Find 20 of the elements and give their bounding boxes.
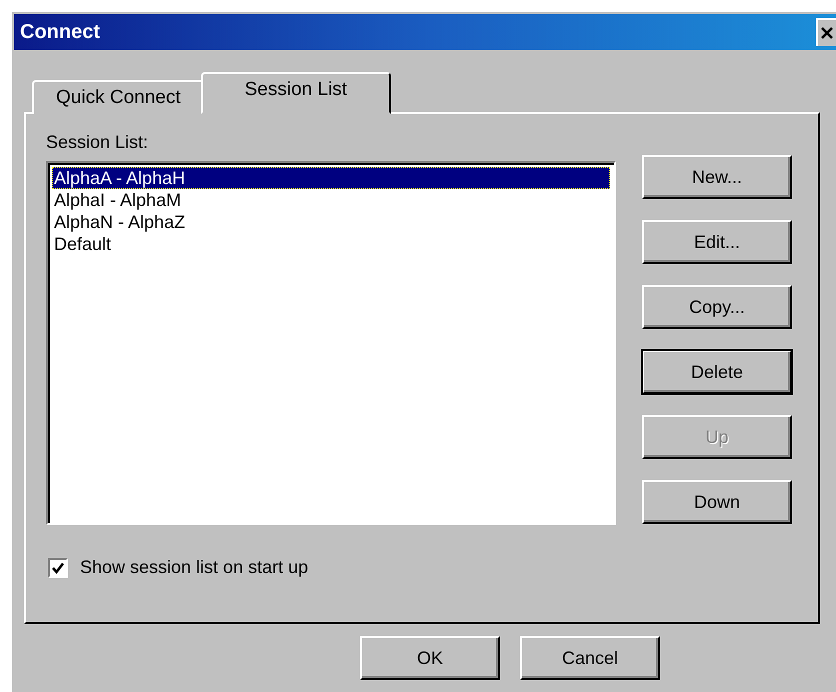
dialog-button[interactable]: OK (360, 636, 500, 680)
checkbox-label: Show session list on start up (80, 557, 308, 578)
action-button[interactable]: Copy... (642, 285, 792, 329)
checkbox[interactable] (48, 558, 68, 578)
check-icon (51, 560, 65, 574)
action-button[interactable]: Down (642, 480, 792, 524)
list-item[interactable]: AlphaA - AlphaH (52, 167, 610, 189)
close-icon (820, 26, 834, 40)
list-item[interactable]: Default (52, 233, 610, 255)
action-button[interactable]: Delete (642, 350, 792, 394)
dialog-button[interactable]: Cancel (520, 636, 660, 680)
tab[interactable]: Session List (200, 72, 392, 114)
session-list[interactable]: AlphaA - AlphaH AlphaI - AlphaM AlphaN - AlphaZ Default (46, 161, 616, 525)
close-button[interactable] (816, 18, 836, 46)
window-title: Connect (19, 20, 100, 44)
list-item[interactable]: AlphaI - AlphaM (52, 189, 610, 211)
list-item[interactable]: AlphaN - AlphaZ (52, 211, 610, 233)
action-button[interactable]: New... (642, 155, 792, 199)
list-label: Session List: (46, 132, 150, 153)
action-button[interactable]: Edit... (642, 220, 792, 264)
